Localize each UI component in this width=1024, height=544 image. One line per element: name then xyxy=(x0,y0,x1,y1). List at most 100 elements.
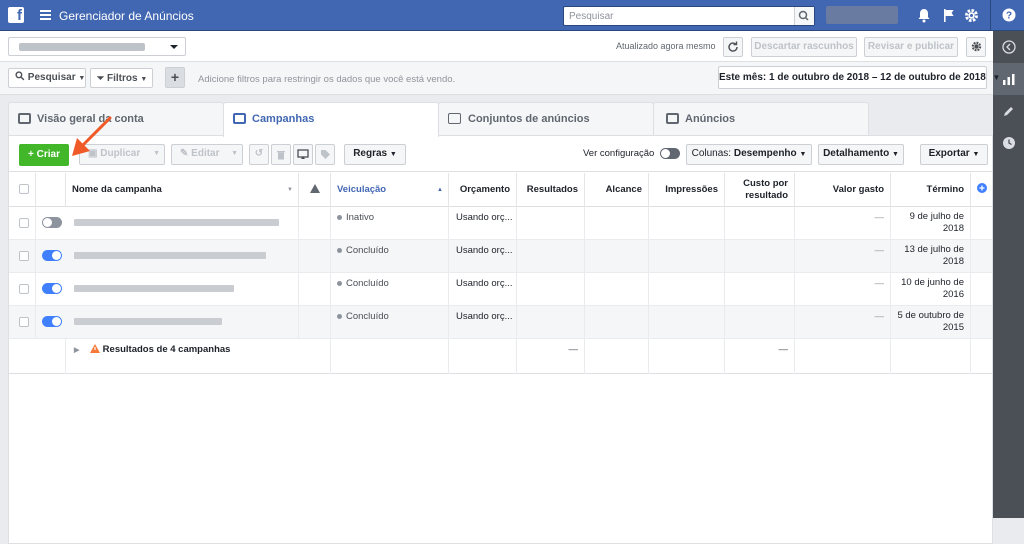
column-header-end[interactable]: Término xyxy=(891,173,971,207)
campaign-name[interactable] xyxy=(74,318,222,325)
row-checkbox[interactable] xyxy=(19,251,29,261)
top-bar: f Gerenciador de Anúncios Pesquisar ? xyxy=(0,0,1024,31)
export-label: Exportar xyxy=(928,148,970,159)
campaign-name[interactable] xyxy=(74,252,266,259)
add-filter-button[interactable]: + xyxy=(165,67,185,88)
warning-icon xyxy=(90,344,101,353)
avatar[interactable] xyxy=(826,6,898,24)
tab-ad-sets[interactable]: Conjuntos de anúncios xyxy=(438,102,654,136)
discard-drafts-button[interactable]: Descartar rascunhos xyxy=(751,37,857,57)
chevron-down-icon: ▼ xyxy=(231,150,238,157)
add-column-icon[interactable] xyxy=(976,183,987,193)
campaign-name-cell[interactable] xyxy=(66,273,299,306)
row-checkbox[interactable] xyxy=(19,317,29,327)
summary-label: Resultados de 4 campanhas xyxy=(102,344,231,355)
table-row[interactable]: Concluído Usando orç... — 10 de junho de 201… xyxy=(9,273,992,306)
warning-header[interactable] xyxy=(299,173,331,207)
column-header-cost-per-result[interactable]: Custo por resultado xyxy=(725,173,795,207)
export-button[interactable]: Exportar ▼ xyxy=(920,144,988,165)
chevron-down-icon: ▼ xyxy=(799,151,807,158)
gear-icon xyxy=(971,41,981,52)
select-all-cell xyxy=(9,173,36,207)
campaign-name-cell[interactable] xyxy=(66,207,299,240)
tab-ads[interactable]: Anúncios xyxy=(653,102,869,136)
select-cell xyxy=(9,207,36,240)
end-cell: 13 de julho de 2018 xyxy=(891,240,971,273)
column-header-amount-spent[interactable]: Valor gasto xyxy=(795,173,891,207)
campaign-toolbar: + Criar ▣ Duplicar ▼ ✎ Editar ▼ ↺ Regras… xyxy=(9,136,992,172)
toggle-knob xyxy=(52,317,61,326)
select-all-checkbox[interactable] xyxy=(19,184,29,194)
breakdown-button[interactable]: Detalhamento ▼ xyxy=(818,144,904,165)
undo-button[interactable]: ↺ xyxy=(249,144,269,165)
search-icon[interactable] xyxy=(794,7,814,25)
empty-cell xyxy=(971,240,992,273)
column-header-reach[interactable]: Alcance xyxy=(585,173,649,207)
filters-button[interactable]: ⏷ Filtros ▼ xyxy=(90,68,153,88)
toggle-knob xyxy=(661,149,670,158)
search-icon xyxy=(15,71,25,81)
column-header-budget[interactable]: Orçamento xyxy=(449,173,517,207)
delivery-cell: Inativo xyxy=(331,207,449,240)
row-checkbox[interactable] xyxy=(19,218,29,228)
edit-button[interactable]: ✎ Editar ▼ xyxy=(171,144,243,165)
row-checkbox[interactable] xyxy=(19,284,29,294)
review-publish-button[interactable]: Revisar e publicar xyxy=(864,37,958,57)
campaign-toggle[interactable] xyxy=(42,250,62,261)
column-header-delivery[interactable]: Veiculação ▲ xyxy=(331,173,449,207)
facebook-logo-icon[interactable]: f xyxy=(8,7,24,24)
edit-icon[interactable] xyxy=(993,95,1024,127)
history-icon[interactable] xyxy=(993,127,1024,159)
bell-icon[interactable] xyxy=(917,8,931,25)
chevron-down-icon: ▼ xyxy=(891,151,899,158)
preview-button[interactable] xyxy=(293,144,313,165)
account-selector[interactable] xyxy=(8,37,186,56)
view-config-toggle[interactable] xyxy=(660,148,680,159)
help-icon[interactable]: ? xyxy=(1002,8,1016,24)
rules-button[interactable]: Regras ▼ xyxy=(344,144,406,165)
campaign-name-cell[interactable] xyxy=(66,240,299,273)
campaign-toggle[interactable] xyxy=(42,283,62,294)
flag-icon[interactable] xyxy=(942,8,956,25)
search-placeholder: Pesquisar xyxy=(569,11,614,22)
search-filter-button[interactable]: Pesquisar ▼ xyxy=(8,68,86,88)
settings-button[interactable] xyxy=(966,37,986,57)
chevron-down-icon: ▼ xyxy=(972,151,980,158)
warning-cell xyxy=(299,273,331,306)
campaign-name[interactable] xyxy=(74,219,279,226)
table-row[interactable]: Concluído Usando orç... — 13 de julho de 201… xyxy=(9,240,992,273)
menu-icon[interactable] xyxy=(40,10,51,20)
delete-button[interactable] xyxy=(271,144,291,165)
refresh-icon xyxy=(728,41,738,52)
tag-button[interactable] xyxy=(315,144,335,165)
campaign-name[interactable] xyxy=(74,285,234,292)
campaign-toggle[interactable] xyxy=(42,316,62,327)
date-range-selector[interactable]: Este mês: 1 de outubro de 2018 – 12 de o… xyxy=(718,66,1000,89)
column-header-name[interactable]: Nome da campanha ▼ xyxy=(66,173,299,207)
impressions-cell xyxy=(649,207,725,240)
gear-icon[interactable] xyxy=(964,8,979,25)
summary-end xyxy=(891,339,971,374)
refresh-button[interactable] xyxy=(723,37,743,57)
column-header-impressions[interactable]: Impressões xyxy=(649,173,725,207)
tab-campaigns[interactable]: Campanhas xyxy=(223,102,439,137)
expand-icon[interactable]: ▶ xyxy=(74,347,79,354)
campaign-toggle[interactable] xyxy=(42,217,62,228)
date-range-label: Este mês: 1 de outubro de 2018 – 12 de o… xyxy=(719,72,986,83)
status-dot xyxy=(337,280,342,286)
impressions-cell xyxy=(649,306,725,339)
budget-cell: Usando orç... xyxy=(449,207,517,240)
search-input[interactable]: Pesquisar xyxy=(563,6,815,26)
chevron-down-icon: ▼ xyxy=(389,151,397,158)
summary-label-cell[interactable]: ▶ Resultados de 4 campanhas xyxy=(66,339,331,374)
end-date-line1: 13 de julho de xyxy=(904,244,964,255)
spent-cell: — xyxy=(795,207,891,240)
table-row[interactable]: Inativo Usando orç... — 9 de julho de 2018 xyxy=(9,207,992,240)
campaign-name-cell[interactable] xyxy=(66,306,299,339)
column-header-results[interactable]: Resultados xyxy=(517,173,585,207)
columns-button[interactable]: Colunas: Desempenho ▼ xyxy=(686,144,812,165)
campaigns-folder-icon xyxy=(233,113,246,124)
collapse-icon[interactable] xyxy=(993,31,1024,63)
table-row[interactable]: Concluído Usando orç... — 5 de outubro de 20… xyxy=(9,306,992,339)
create-button[interactable]: + Criar xyxy=(19,144,69,166)
